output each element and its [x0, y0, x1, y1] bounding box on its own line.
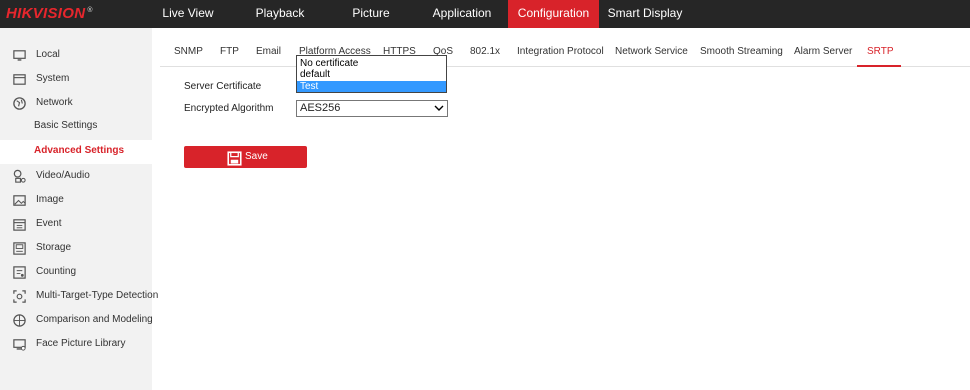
tab-email[interactable]: Email	[256, 46, 281, 57]
storage-icon	[12, 241, 27, 256]
tab-srtp[interactable]: SRTP	[867, 46, 894, 57]
globe-icon	[12, 96, 27, 111]
monitor-icon	[12, 48, 27, 63]
server-certificate-dropdown-list[interactable]: No certificate default Test	[296, 55, 447, 93]
dropdown-option-default[interactable]: default	[297, 69, 446, 80]
save-disk-icon	[227, 151, 242, 166]
camera-mic-icon	[12, 169, 27, 184]
server-certificate-label: Server Certificate	[184, 81, 262, 92]
sidebar-item-label: Event	[36, 218, 62, 229]
sidebar-item-storage[interactable]: Storage	[0, 238, 152, 260]
sidebar-item-label: Face Picture Library	[36, 338, 126, 349]
nav-playback[interactable]: Playback	[244, 0, 316, 28]
sidebar-item-label: Local	[36, 49, 60, 60]
sidebar-item-label: Image	[36, 194, 64, 205]
dropdown-option-test[interactable]: Test	[297, 81, 446, 92]
sidebar-item-label: Storage	[36, 242, 72, 253]
sidebar-item-image[interactable]: Image	[0, 190, 152, 212]
nav-configuration[interactable]: Configuration	[508, 0, 599, 28]
encrypted-algorithm-label: Encrypted Algorithm	[184, 103, 274, 114]
sidebar-item-face-picture-library[interactable]: Face Picture Library	[0, 334, 152, 356]
nav-application[interactable]: Application	[426, 0, 498, 28]
sidebar: Local System Network Basic Settings Adva…	[0, 28, 158, 390]
sidebar-item-counting[interactable]: Counting	[0, 262, 152, 284]
tab-alarm-server[interactable]: Alarm Server	[794, 46, 852, 57]
sidebar-item-label: Advanced Settings	[34, 145, 125, 156]
sidebar-item-multi-target-type-detection[interactable]: Multi-Target-Type Detection	[0, 286, 158, 308]
sidebar-item-network[interactable]: Network	[0, 93, 152, 115]
sidebar-item-label: Basic Settings	[34, 120, 98, 131]
comparison-icon	[12, 313, 27, 328]
sidebar-item-basic-settings[interactable]: Basic Settings	[0, 116, 152, 138]
detection-icon	[12, 289, 27, 304]
image-icon	[12, 193, 27, 208]
save-button[interactable]: Save	[184, 146, 307, 168]
sidebar-item-label: Video/Audio	[36, 170, 90, 181]
tab-smooth-streaming[interactable]: Smooth Streaming	[700, 46, 783, 57]
sidebar-item-label: System	[36, 73, 70, 84]
sidebar-item-advanced-settings[interactable]: Advanced Settings	[0, 140, 152, 164]
tab-integration-protocol[interactable]: Integration Protocol	[517, 46, 604, 57]
sidebar-item-label: Network	[36, 97, 73, 108]
chevron-down-icon	[434, 103, 444, 113]
dropdown-option-no-certificate[interactable]: No certificate	[297, 58, 446, 69]
tab-802-1x[interactable]: 802.1x	[470, 46, 500, 57]
save-button-label: Save	[245, 151, 268, 162]
encrypted-algorithm-select[interactable]: AES256	[296, 100, 448, 117]
nav-live-view[interactable]: Live View	[152, 0, 224, 28]
sidebar-item-system[interactable]: System	[0, 69, 152, 91]
system-icon	[12, 72, 27, 87]
hikvision-logo: HIKVISION ®	[6, 5, 93, 22]
tab-bar: SNMP FTP Email Platform Access HTTPS QoS…	[160, 40, 970, 67]
sidebar-item-label: Comparison and Modeling	[36, 314, 153, 325]
counting-icon	[12, 265, 27, 280]
top-navigation-bar: HIKVISION ® Live View Playback Picture Ap…	[0, 0, 970, 28]
tab-snmp[interactable]: SNMP	[174, 46, 203, 57]
sidebar-item-comparison-and-modeling[interactable]: Comparison and Modeling	[0, 310, 153, 332]
tab-network-service[interactable]: Network Service	[615, 46, 688, 57]
nav-smart-display[interactable]: Smart Display	[605, 0, 685, 28]
nav-picture[interactable]: Picture	[340, 0, 402, 28]
sidebar-item-local[interactable]: Local	[0, 45, 152, 67]
face-library-icon	[12, 337, 27, 352]
calendar-icon	[12, 217, 27, 232]
active-tab-indicator	[857, 65, 901, 67]
sidebar-item-video-audio[interactable]: Video/Audio	[0, 166, 152, 188]
tab-ftp[interactable]: FTP	[220, 46, 239, 57]
sidebar-item-label: Counting	[36, 266, 77, 277]
encrypted-algorithm-value: AES256	[300, 102, 341, 114]
sidebar-item-event[interactable]: Event	[0, 214, 152, 236]
sidebar-item-label: Multi-Target-Type Detection	[36, 290, 159, 301]
